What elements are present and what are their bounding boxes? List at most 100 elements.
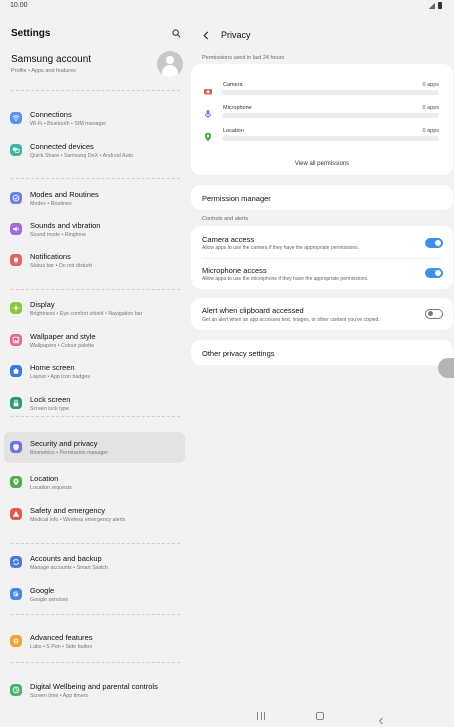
settings-header: Settings — [11, 28, 183, 42]
sidebar-item-subtitle: Wi-Fi • Bluetooth • SIM manager — [30, 121, 107, 127]
sidebar-item-title: Google — [30, 586, 55, 595]
sidebar-item-subtitle: Location requests — [30, 485, 72, 491]
sidebar-item-title: Wallpaper and style — [30, 332, 96, 341]
sidebar-item-subtitle: Biometrics • Permission manager — [30, 450, 109, 456]
clipboard-alert-title: Alert when clipboard accessed — [202, 306, 304, 315]
sidebar-item-subtitle: Labs • S Pen • Side button — [30, 644, 93, 650]
permission-count: 0 apps — [422, 105, 439, 111]
divider — [11, 289, 180, 290]
alert-icon — [10, 508, 22, 520]
location-pin-icon — [10, 476, 22, 488]
gear-star-icon — [10, 635, 22, 647]
clipboard-alert-subtitle: Get an alert when an app accesses text, … — [202, 317, 380, 323]
sidebar-item-subtitle: Sound mode • Ringtone — [30, 232, 87, 238]
privacy-pane: Privacy Permissions used in last 24 hour… — [190, 14, 454, 704]
sidebar-item-digital-wellbeing-and-parental-controls[interactable]: Digital Wellbeing and parental controls S… — [4, 675, 185, 706]
sidebar-item-title: Notifications — [30, 252, 71, 261]
permission-manager-label: Permission manager — [202, 194, 271, 203]
permission-usage-bar — [222, 90, 439, 95]
microphone-access-toggle[interactable] — [425, 268, 443, 278]
permission-row-location[interactable]: Location 0 apps — [191, 128, 453, 148]
sidebar-item-display[interactable]: Display Brightness • Eye comfort shield •… — [4, 293, 185, 324]
sidebar-item-title: Lock screen — [30, 395, 71, 404]
sidebar-item-subtitle: Modes • Routines — [30, 201, 72, 207]
sidebar-item-connections[interactable]: Connections Wi-Fi • Bluetooth • SIM manag… — [4, 103, 185, 134]
sidebar-item-connected-devices[interactable]: Connected devices Quick Share • Samsung D… — [4, 135, 185, 166]
check-circle-icon — [10, 192, 22, 204]
sidebar-item-subtitle: Status bar • Do not disturb — [30, 263, 92, 269]
camera-access-subtitle: Allow apps to use the camera if they hav… — [202, 245, 360, 251]
other-privacy-settings-row[interactable]: Other privacy settings — [191, 340, 453, 365]
clipboard-alert-row[interactable]: Alert when clipboard accessed Get an ale… — [191, 298, 453, 330]
camera-access-toggle[interactable] — [425, 238, 443, 248]
microphone-icon — [203, 109, 213, 119]
sidebar-item-title: Modes and Routines — [30, 190, 99, 199]
sun-icon — [10, 302, 22, 314]
samsung-account[interactable]: Samsung account Profile • Apps and featu… — [11, 51, 183, 84]
sidebar-item-accounts-and-backup[interactable]: Accounts and backup Manage accounts • Sma… — [4, 547, 185, 578]
recent-apps-button[interactable] — [257, 712, 265, 720]
row-divider — [202, 258, 442, 259]
privacy-header: Privacy — [202, 28, 251, 42]
sidebar-item-safety-and-emergency[interactable]: Safety and emergency Medical info • Wirel… — [4, 499, 185, 530]
sidebar-item-title: Accounts and backup — [30, 554, 102, 563]
permission-row-camera[interactable]: Camera 0 apps — [191, 82, 453, 102]
sidebar-item-title: Display — [30, 300, 55, 309]
shield-icon — [10, 441, 22, 453]
bell-icon — [10, 254, 22, 266]
permission-name: Microphone — [223, 105, 252, 111]
sidebar-item-lock-screen[interactable]: Lock screen Screen lock type — [4, 388, 185, 419]
search-button[interactable] — [169, 26, 183, 40]
sidebar-item-subtitle: Medical info • Wireless emergency alerts — [30, 517, 126, 523]
sidebar-item-subtitle: Screen time • App timers — [30, 693, 89, 699]
sidebar-item-google[interactable]: Google Google services — [4, 579, 185, 610]
sidebar-item-subtitle: Manage accounts • Smart Switch — [30, 565, 108, 571]
status-time: 10.00 — [10, 2, 28, 9]
wellbeing-icon — [10, 684, 22, 696]
controls-card: Camera access Allow apps to use the came… — [191, 226, 453, 289]
sidebar-item-title: Safety and emergency — [30, 506, 106, 515]
sidebar-item-subtitle: Screen lock type — [30, 406, 70, 412]
sidebar-item-notifications[interactable]: Notifications Status bar • Do not disturb — [4, 245, 185, 276]
permission-manager-row[interactable]: Permission manager — [191, 185, 453, 210]
permission-row-microphone[interactable]: Microphone 0 apps — [191, 105, 453, 125]
sidebar-item-title: Connected devices — [30, 142, 94, 151]
microphone-access-title: Microphone access — [202, 266, 267, 275]
sidebar-item-advanced-features[interactable]: Advanced features Labs • S Pen • Side but… — [4, 626, 185, 657]
sidebar-item-home-screen[interactable]: Home screen Layout • App icon badges — [4, 356, 185, 387]
sidebar-item-title: Advanced features — [30, 633, 93, 642]
controls-section-label: Controls and alerts — [202, 216, 249, 222]
settings-title: Settings — [11, 28, 51, 39]
connected-devices-icon — [10, 144, 22, 156]
settings-pane: Settings Samsung account Profile • Apps … — [0, 14, 190, 704]
sidebar-item-security-and-privacy[interactable]: Security and privacy Biometrics • Permiss… — [4, 432, 185, 463]
permissions-card: Camera 0 apps Microphone 0 apps Location 0 ap… — [191, 64, 453, 175]
view-all-permissions-button[interactable]: View all permissions — [191, 161, 453, 167]
wifi-icon — [10, 112, 22, 124]
sync-icon — [10, 556, 22, 568]
sidebar-item-wallpaper-and-style[interactable]: Wallpaper and style Wallpapers • Colour p… — [4, 325, 185, 356]
sidebar-item-title: Connections — [30, 110, 72, 119]
sidebar-item-subtitle: Quick Share • Samsung DeX • Android Auto — [30, 153, 133, 159]
back-arrow-icon — [378, 717, 383, 725]
back-button[interactable] — [202, 30, 212, 40]
clipboard-alert-toggle[interactable] — [425, 309, 443, 319]
permissions-section-label: Permissions used in last 24 hours — [202, 55, 285, 61]
navigation-bar — [0, 704, 454, 727]
sidebar-item-title: Home screen — [30, 363, 75, 372]
status-icons — [429, 2, 442, 9]
location-pin-icon — [203, 132, 213, 142]
sidebar-item-location[interactable]: Location Location requests — [4, 467, 185, 498]
search-icon — [171, 28, 180, 37]
edge-panel-handle[interactable] — [438, 358, 454, 378]
sidebar-item-subtitle: Google services — [30, 597, 68, 603]
permission-count: 0 apps — [422, 82, 439, 88]
home-button[interactable] — [316, 712, 324, 720]
sidebar-item-sounds-and-vibration[interactable]: Sounds and vibration Sound mode • Rington… — [4, 214, 185, 245]
other-privacy-settings-label: Other privacy settings — [202, 349, 275, 358]
avatar — [157, 51, 183, 77]
nav-back-button[interactable] — [377, 712, 385, 725]
sidebar-item-modes-and-routines[interactable]: Modes and Routines Modes • Routines — [4, 183, 185, 214]
permission-name: Location — [223, 128, 244, 134]
sidebar-item-subtitle: Layout • App icon badges — [30, 374, 90, 380]
